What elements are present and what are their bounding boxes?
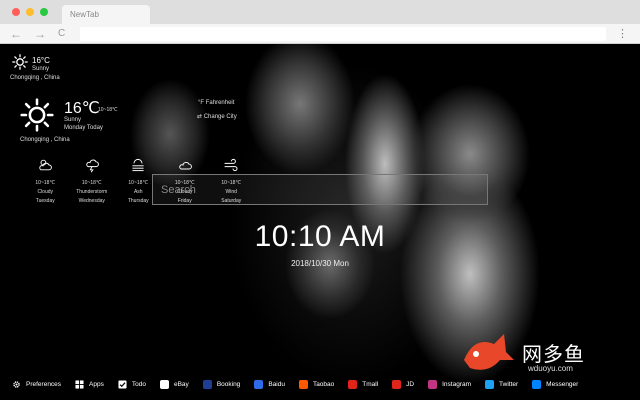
ebay-icon xyxy=(159,379,169,389)
small-weather-city: Chongqing , China xyxy=(10,75,60,81)
jd-icon xyxy=(392,379,402,389)
watermark-text: 网多鱼 xyxy=(522,342,585,366)
forecast-condition: Ash xyxy=(133,189,143,195)
close-window-button[interactable] xyxy=(12,8,20,16)
weather-temperature: 16℃ xyxy=(64,100,100,117)
taobao-icon xyxy=(298,379,308,389)
taobao-label: Taobao xyxy=(312,380,335,388)
small-weather-condition: Sunny xyxy=(32,66,50,72)
apps-label: Apps xyxy=(89,380,104,388)
browser-toolbar: ← → C ⋮ xyxy=(0,24,640,44)
new-tab-page: 16°C Sunny Chongqing , China 16℃ 10~18℃ … xyxy=(0,44,640,400)
forecast-condition: Cloudy xyxy=(37,189,54,195)
checkbox-icon xyxy=(118,379,127,389)
instagram-link[interactable]: Instagram xyxy=(428,379,472,389)
todo-button[interactable]: Todo xyxy=(118,379,146,389)
menu-icon[interactable]: ⋮ xyxy=(617,27,628,40)
preferences-button[interactable]: Preferences xyxy=(12,380,61,389)
clock-date: 2018/10/30 Mon xyxy=(291,259,349,268)
small-weather-temp: 16°C xyxy=(32,56,50,65)
address-bar[interactable] xyxy=(80,27,606,41)
gear-icon xyxy=(13,380,20,388)
change-city-button[interactable]: ⇄ Change City xyxy=(197,113,237,120)
baidu-icon xyxy=(254,379,264,389)
instagram-label: Instagram xyxy=(442,380,472,388)
clock-time: 10:10 AM xyxy=(254,220,386,253)
ash-icon xyxy=(132,158,144,172)
tmall-link[interactable]: Tmall xyxy=(348,379,379,389)
forecast-day: 10~18℃ Thunderstorm Wednesday xyxy=(69,157,116,206)
forward-icon[interactable]: → xyxy=(34,27,46,41)
taobao-link[interactable]: Taobao xyxy=(298,379,335,389)
messenger-label: Messenger xyxy=(546,380,579,388)
jd-link[interactable]: JD xyxy=(392,379,415,389)
window-controls xyxy=(12,8,48,16)
weather-city: Chongqing , China xyxy=(20,137,70,143)
grid-icon xyxy=(75,379,84,389)
thunderstorm-icon xyxy=(86,159,99,173)
tmall-icon xyxy=(348,379,358,389)
weather-range: 10~18℃ xyxy=(98,107,118,113)
weather-day: Monday Today xyxy=(64,125,103,131)
forecast-day-name: Thursday xyxy=(127,198,149,204)
forecast-day-name: Wednesday xyxy=(78,198,105,204)
fahrenheit-toggle[interactable]: °F Fahrenheit xyxy=(198,100,234,106)
twitter-icon xyxy=(485,379,495,389)
forecast-day-name: Tuesday xyxy=(35,198,55,204)
forecast-day: 10~18℃ Cloudy Tuesday xyxy=(22,157,69,206)
back-icon[interactable]: ← xyxy=(10,27,22,41)
instagram-icon xyxy=(428,379,438,389)
forecast-condition: Thunderstorm xyxy=(76,189,108,195)
cloud-icon xyxy=(179,161,192,170)
todo-label: Todo xyxy=(131,380,146,388)
forecast-range: 10~18℃ xyxy=(35,180,56,186)
forecast-range: 10~18℃ xyxy=(128,180,149,186)
booking-label: Booking xyxy=(216,380,241,388)
browser-tab[interactable]: NewTab xyxy=(62,5,150,24)
booking-icon xyxy=(202,379,212,389)
apps-button[interactable]: Apps xyxy=(75,379,104,389)
booking-link[interactable]: Booking xyxy=(202,379,241,389)
weather-condition: Sunny xyxy=(64,117,82,123)
bottom-bar: Preferences Apps Todo eBay Booking Baidu… xyxy=(0,368,640,400)
sun-icon[interactable] xyxy=(12,54,28,70)
messenger-link[interactable]: Messenger xyxy=(532,379,579,389)
twitter-link[interactable]: Twitter xyxy=(485,379,519,389)
search-box xyxy=(152,174,488,205)
jd-label: JD xyxy=(406,380,415,388)
ebay-label: eBay xyxy=(173,380,189,388)
wind-icon xyxy=(224,158,238,172)
maximize-window-button[interactable] xyxy=(40,8,48,16)
baidu-link[interactable]: Baidu xyxy=(254,379,285,389)
tmall-label: Tmall xyxy=(362,380,379,388)
forecast-range: 10~18℃ xyxy=(81,180,102,186)
search-input[interactable] xyxy=(153,175,487,204)
browser-titlebar: NewTab xyxy=(0,0,640,24)
cloudy-icon xyxy=(39,159,53,171)
twitter-label: Twitter xyxy=(499,380,519,388)
reload-icon[interactable]: C xyxy=(58,27,65,41)
baidu-label: Baidu xyxy=(268,380,285,388)
minimize-window-button[interactable] xyxy=(26,8,34,16)
sun-icon xyxy=(20,98,54,132)
messenger-icon xyxy=(532,379,542,389)
ebay-link[interactable]: eBay xyxy=(159,379,189,389)
preferences-label: Preferences xyxy=(26,380,62,388)
